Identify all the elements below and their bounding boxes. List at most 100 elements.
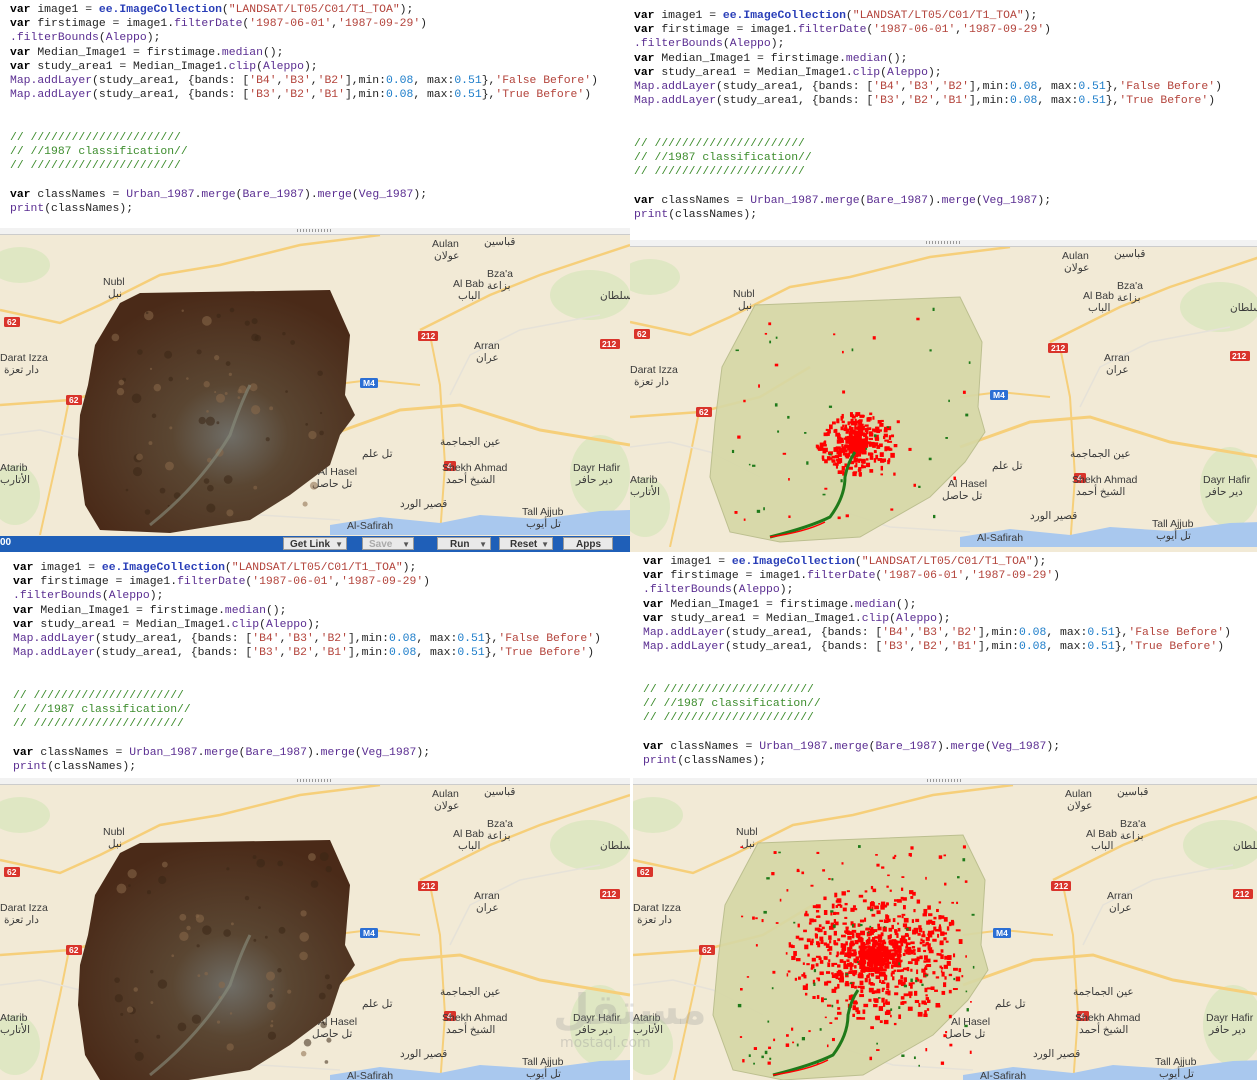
map-view[interactable]: 62 62 212 M4 212 4 Aulan عولان قباسين Bz… xyxy=(0,235,630,552)
run-button[interactable]: Run ▼ xyxy=(437,537,491,550)
code-editor[interactable]: var image1 = ee.ImageCollection("LANDSAT… xyxy=(633,552,1257,780)
svg-text:62: 62 xyxy=(7,317,17,327)
urban-pixel xyxy=(793,950,797,956)
svg-text:M4: M4 xyxy=(363,928,375,938)
image-texture xyxy=(191,1014,202,1024)
urban-pixel xyxy=(916,899,921,904)
image-texture xyxy=(317,370,323,376)
urban-pixel xyxy=(891,924,894,930)
urban-pixel xyxy=(870,1026,874,1030)
panel-splitter[interactable] xyxy=(633,778,1257,785)
chevron-down-icon[interactable]: ▼ xyxy=(402,538,410,551)
code-text[interactable]: var image1 = ee.ImageCollection("LANDSAT… xyxy=(634,9,1257,222)
urban-pixel xyxy=(850,418,854,422)
svg-text:عران: عران xyxy=(476,902,499,914)
urban-pixel xyxy=(932,938,937,942)
image-texture xyxy=(237,396,241,399)
splitter-grip-icon[interactable] xyxy=(297,229,333,232)
basemap[interactable]: 62 62 212 M4 212 4 Aulan عولان قباسين Bz… xyxy=(0,785,630,1080)
svg-text:Aulan: Aulan xyxy=(1065,788,1092,800)
scattered-pixel xyxy=(845,514,849,518)
chevron-down-icon[interactable]: ▼ xyxy=(479,538,487,551)
splitter-grip-icon[interactable] xyxy=(925,241,962,244)
urban-pixel xyxy=(867,945,871,949)
urban-pixel xyxy=(850,983,855,989)
save-button[interactable]: Save ▼ xyxy=(362,537,414,550)
urban-pixel xyxy=(862,1009,866,1014)
image-texture xyxy=(302,501,308,507)
urban-pixel xyxy=(926,987,932,990)
map-view[interactable]: 62 62 212 M4 212 4 Aulan عولان قباسين Bz… xyxy=(630,247,1257,552)
urban-pixel xyxy=(841,465,845,471)
panel-splitter[interactable] xyxy=(0,778,630,785)
image-texture xyxy=(308,853,316,861)
scattered-pixel xyxy=(883,926,886,928)
urban-pixel xyxy=(879,948,882,952)
urban-pixel xyxy=(858,419,863,422)
image-texture xyxy=(132,466,143,477)
scattered-pixel xyxy=(964,1024,968,1028)
image-texture xyxy=(161,861,168,868)
map-view[interactable]: 62 62 212 M4 212 4 Aulan عولان قباسين Bz… xyxy=(633,785,1257,1080)
scattered-pixel xyxy=(938,855,943,859)
svg-text:Nubl: Nubl xyxy=(733,288,755,300)
code-editor[interactable]: var image1 = ee.ImageCollection("LANDSAT… xyxy=(0,552,630,786)
scattered-pixel xyxy=(779,898,782,902)
code-text[interactable]: var image1 = ee.ImageCollection("LANDSAT… xyxy=(13,561,630,774)
scattered-pixel xyxy=(859,923,863,927)
scattered-pixel xyxy=(956,901,959,905)
image-texture xyxy=(216,313,221,319)
apps-button[interactable]: Apps xyxy=(563,537,613,550)
urban-pixel xyxy=(833,940,837,945)
svg-text:Dayr Hafir: Dayr Hafir xyxy=(1203,474,1251,486)
svg-text:Al Bab: Al Bab xyxy=(453,828,484,840)
urban-pixel xyxy=(859,414,865,418)
svg-text:M4: M4 xyxy=(363,378,375,388)
basemap[interactable]: 62 62 212 M4 212 4 Aulan عولان قباسين Bz… xyxy=(0,235,630,535)
code-editor[interactable]: var image1 = ee.ImageCollection("LANDSAT… xyxy=(630,0,1257,248)
scattered-pixel xyxy=(753,1047,758,1050)
basemap[interactable]: 62 62 212 M4 212 4 Aulan عولان قباسين Bz… xyxy=(630,247,1257,547)
image-texture xyxy=(165,461,174,471)
urban-pixel xyxy=(842,922,847,925)
code-text[interactable]: var image1 = ee.ImageCollection("LANDSAT… xyxy=(643,555,1257,768)
code-text[interactable]: var image1 = ee.ImageCollection("LANDSAT… xyxy=(10,3,630,216)
urban-pixel xyxy=(936,908,939,913)
svg-text:سلطان: سلطان xyxy=(600,840,630,852)
splitter-grip-icon[interactable] xyxy=(297,779,333,782)
urban-pixel xyxy=(831,459,836,463)
chevron-down-icon[interactable]: ▼ xyxy=(335,538,343,551)
reset-button[interactable]: Reset ▼ xyxy=(499,537,553,550)
basemap[interactable]: 62 62 212 M4 212 4 Aulan عولان قباسين Bz… xyxy=(633,785,1257,1080)
chevron-down-icon[interactable]: ▼ xyxy=(541,538,549,551)
svg-text:سلطان: سلطان xyxy=(1233,840,1257,852)
image-texture xyxy=(111,333,120,342)
urban-pixel xyxy=(816,995,820,999)
svg-text:62: 62 xyxy=(69,395,79,405)
urban-pixel xyxy=(897,922,900,925)
scattered-pixel xyxy=(872,336,876,340)
urban-pixel xyxy=(804,944,809,950)
get-link-button[interactable]: Get Link ▼ xyxy=(283,537,347,550)
scattered-pixel xyxy=(740,987,743,991)
urban-pixel xyxy=(804,985,808,990)
image-texture xyxy=(159,487,166,494)
scattered-pixel xyxy=(916,317,920,321)
urban-pixel xyxy=(910,896,914,899)
panel-splitter[interactable] xyxy=(630,240,1257,247)
urban-pixel xyxy=(853,457,858,463)
map-view[interactable]: 62 62 212 M4 212 4 Aulan عولان قباسين Bz… xyxy=(0,785,630,1080)
scattered-pixel xyxy=(898,962,900,966)
urban-pixel xyxy=(840,426,844,431)
panel-splitter[interactable] xyxy=(0,228,630,235)
scattered-pixel xyxy=(881,866,885,869)
image-texture xyxy=(308,430,317,440)
scattered-pixel xyxy=(919,941,923,945)
image-texture xyxy=(226,867,230,871)
svg-text:Al-Safirah: Al-Safirah xyxy=(977,532,1023,544)
image-overlay xyxy=(709,296,986,543)
code-editor[interactable]: var image1 = ee.ImageCollection("LANDSAT… xyxy=(0,0,630,230)
splitter-grip-icon[interactable] xyxy=(927,779,963,782)
urban-pixel xyxy=(934,989,938,992)
urban-pixel xyxy=(829,424,833,430)
